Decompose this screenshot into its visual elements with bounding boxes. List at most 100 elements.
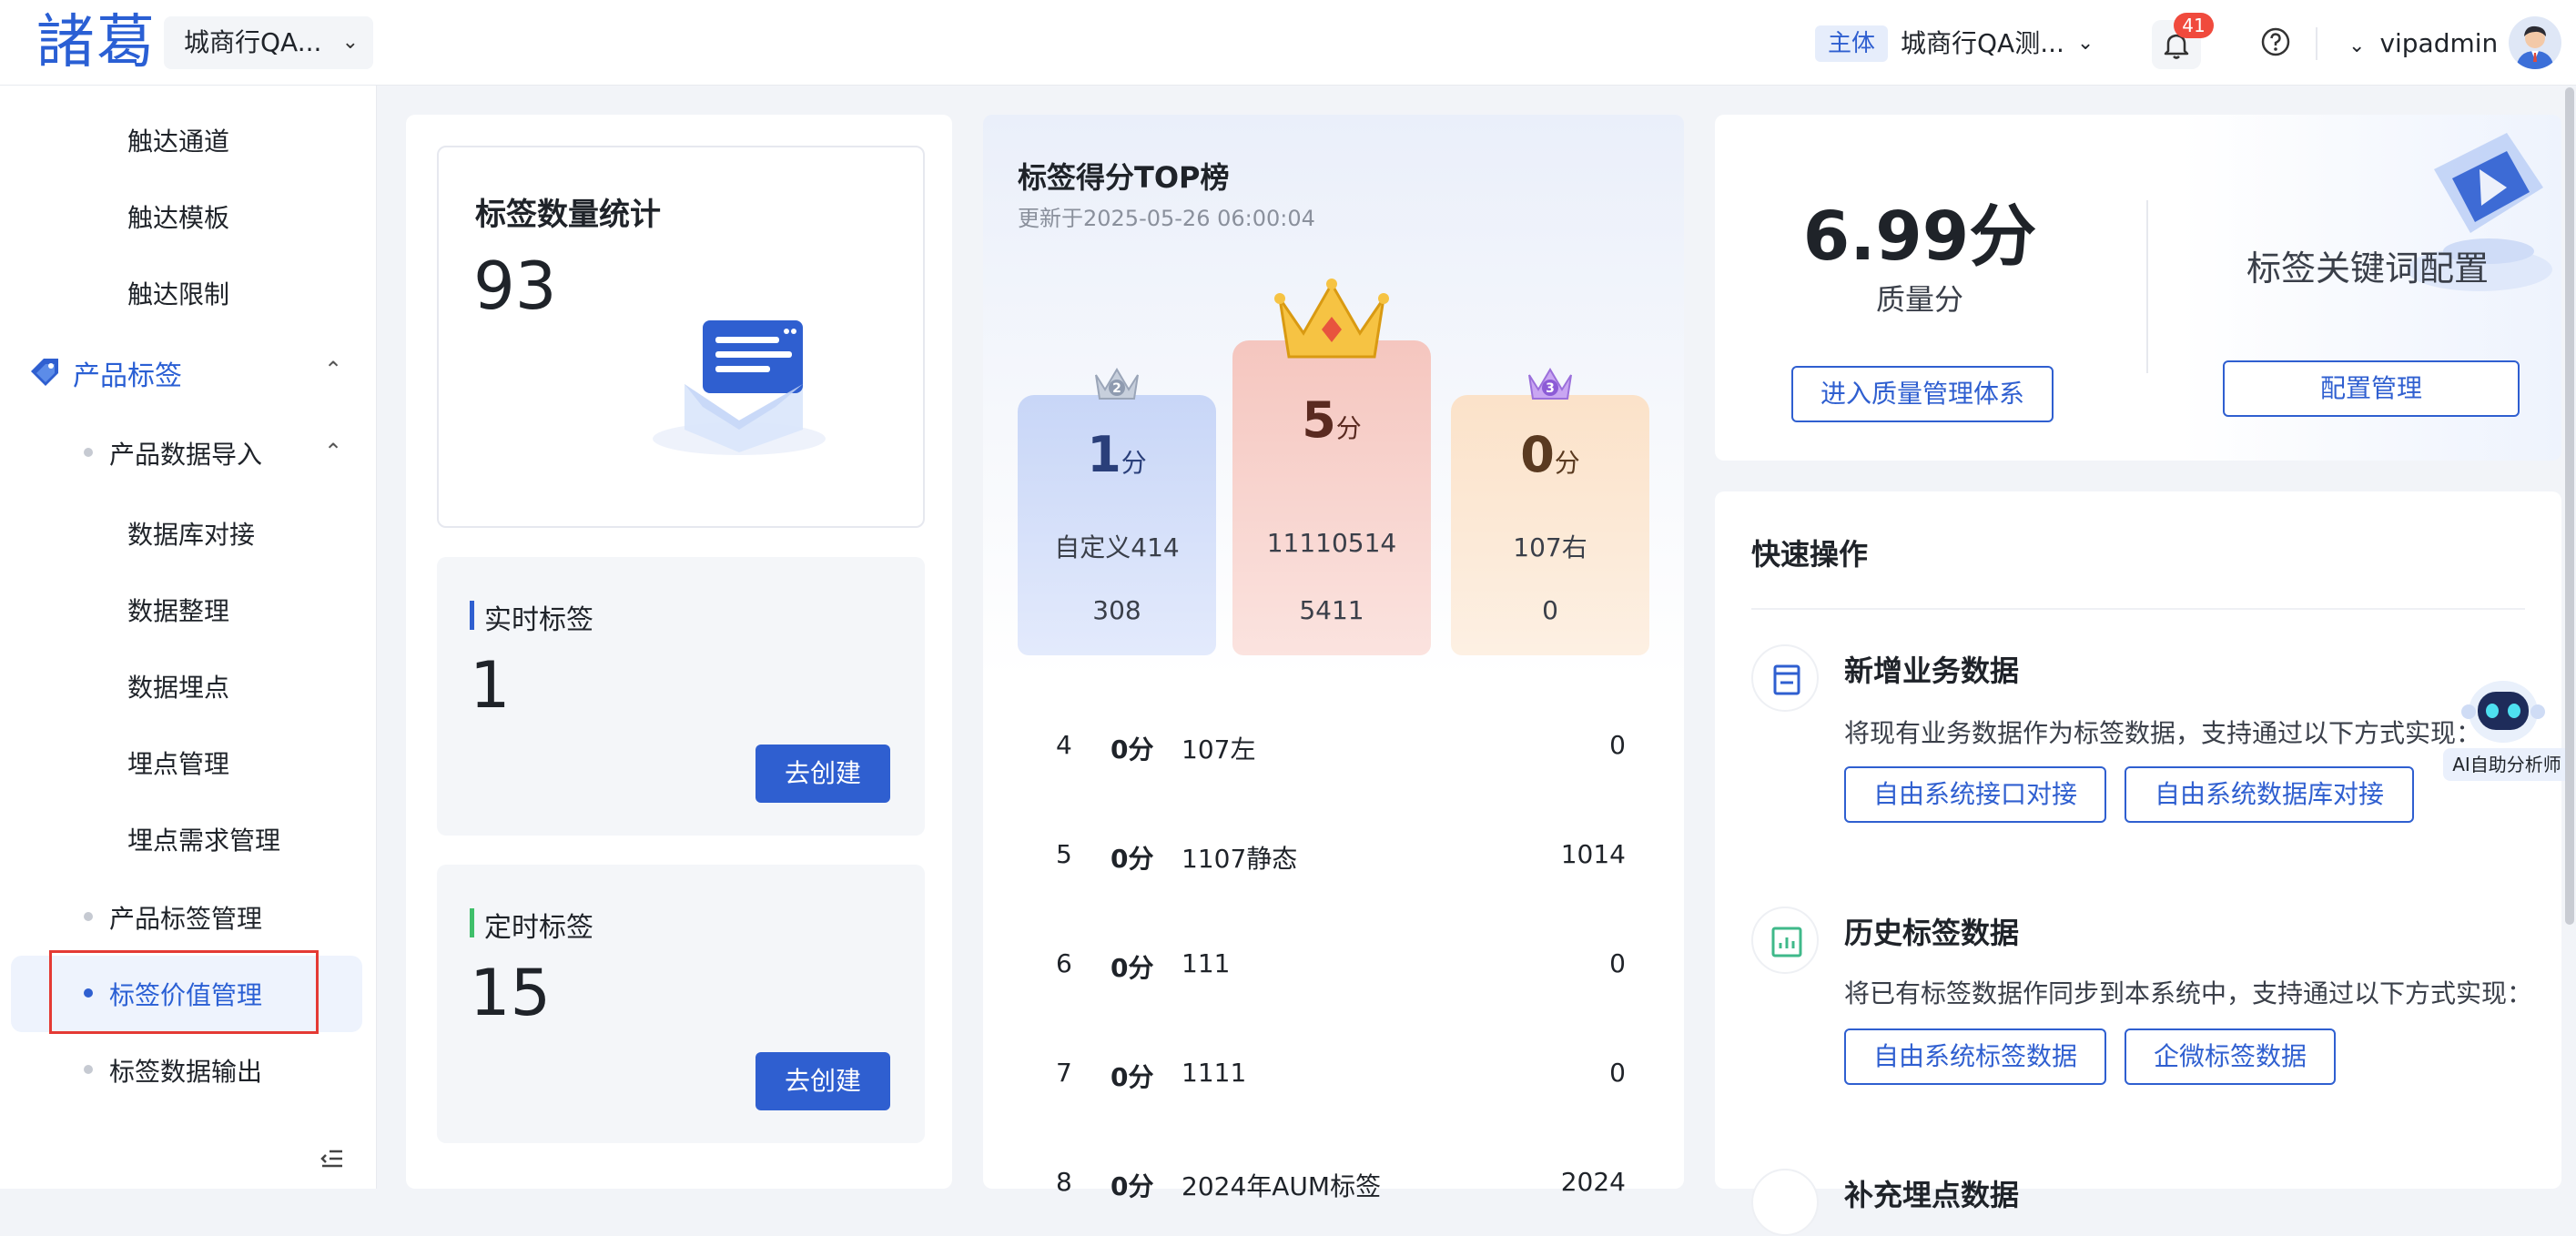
avatar[interactable] <box>2509 16 2561 69</box>
table-row[interactable]: 4 0分 107左 0 <box>983 730 1684 785</box>
row-score: 0分 <box>1111 1171 1154 1201</box>
bullet-dot <box>84 448 93 457</box>
qa-title-business: 新增业务数据 <box>1844 653 2020 688</box>
history-tag-icon <box>1751 907 1819 974</box>
qa-desc-business: 将现有业务数据作为标签数据，支持通过以下方式实现： <box>1844 718 2482 748</box>
podium-count: 0 <box>1542 595 1558 625</box>
row-count: 0 <box>1609 730 1626 760</box>
bullet-dot <box>84 912 93 921</box>
scheduled-tag-card: 定时标签 15 去创建 <box>437 865 925 1143</box>
system-api-connect-button[interactable]: 自由系统接口对接 <box>1844 766 2106 823</box>
podium-name: 107右 <box>1513 532 1587 562</box>
row-rank: 8 <box>1056 1167 1072 1197</box>
header-divider <box>2316 27 2317 60</box>
tracking-data-icon <box>1751 1169 1819 1236</box>
row-count: 0 <box>1609 1058 1626 1088</box>
sidebar-item-reach-template[interactable]: 触达模板 <box>127 198 229 235</box>
sidebar-item-tracking-manage[interactable]: 埋点管理 <box>127 745 229 781</box>
tag-count-card: 标签数量统计 93 <box>437 146 925 528</box>
quality-manage-button[interactable]: 进入质量管理体系 <box>1791 366 2054 422</box>
accent-bar <box>470 908 474 937</box>
ai-assistant-label: AI自助分析师 <box>2443 748 2571 781</box>
realtime-tag-label: 实时标签 <box>484 604 593 636</box>
chevron-down-icon: ⌄ <box>341 31 359 54</box>
help-button[interactable] <box>2259 25 2292 58</box>
podium-rank-3[interactable]: 0分 107右 0 <box>1451 395 1649 655</box>
table-row[interactable]: 8 0分 2024年AUM标签 2024 <box>983 1167 1684 1221</box>
sidebar-item-product-tag-manage[interactable]: 产品标签管理 <box>109 899 262 936</box>
table-row[interactable]: 5 0分 1107静态 1014 <box>983 839 1684 894</box>
sidebar-item-tag-data-output[interactable]: 标签数据输出 <box>109 1052 262 1089</box>
row-name: 1107静态 <box>1182 844 1298 874</box>
chevron-down-icon: ⌄ <box>2076 32 2094 55</box>
create-realtime-button[interactable]: 去创建 <box>756 745 890 803</box>
create-scheduled-button[interactable]: 去创建 <box>756 1052 890 1110</box>
table-row[interactable]: 6 0分 111 0 <box>983 948 1684 1003</box>
quick-actions-title: 快速操作 <box>1751 537 1869 572</box>
entity-tag: 主体 <box>1815 25 1889 62</box>
podium-score: 0 <box>1520 426 1555 483</box>
sidebar-item-reach-limit[interactable]: 触达限制 <box>127 275 229 311</box>
sidebar-item-db-connect[interactable]: 数据库对接 <box>127 515 255 552</box>
page-scrollbar[interactable] <box>2565 87 2574 925</box>
chevron-down-icon: ⌄ <box>2348 35 2366 57</box>
podium-count: 308 <box>1092 595 1141 625</box>
logo[interactable]: 諸葛 <box>36 11 157 75</box>
row-score: 0分 <box>1111 1062 1154 1092</box>
bullet-dot <box>84 1065 93 1074</box>
row-count: 1014 <box>1560 839 1626 869</box>
sidebar-item-data-tracking[interactable]: 数据埋点 <box>127 668 229 704</box>
quality-score-value: 6.99分 <box>1802 198 2037 276</box>
row-score: 0分 <box>1111 953 1154 983</box>
row-name: 107左 <box>1182 735 1256 765</box>
row-rank: 4 <box>1056 730 1072 760</box>
annotation-highlight-box <box>49 950 319 1034</box>
rank-2-label: 2 <box>1112 381 1121 396</box>
entity-selector[interactable]: 主体 城商行QA测... ⌄ <box>1815 20 2094 66</box>
tag-icon <box>31 359 58 386</box>
sidebar-group-label: 产品标签 <box>73 360 182 392</box>
top-ranking-panel: 标签得分TOP榜 更新于2025-05-26 06:00:04 1分 自定义41… <box>983 115 1684 1189</box>
user-menu[interactable]: ⌄ vipadmin <box>2348 22 2498 68</box>
podium-rank-2[interactable]: 1分 自定义414 308 <box>1018 395 1216 655</box>
wecom-tag-data-button[interactable]: 企微标签数据 <box>2125 1028 2336 1085</box>
row-count: 2024 <box>1560 1167 1626 1197</box>
config-manage-button[interactable]: 配置管理 <box>2223 360 2520 417</box>
sidebar-item-tracking-requests[interactable]: 埋点需求管理 <box>127 821 280 857</box>
system-tag-data-button[interactable]: 自由系统标签数据 <box>1844 1028 2106 1085</box>
org-selector[interactable]: 城商行QA... ⌄ <box>164 16 373 69</box>
score-unit: 分 <box>1121 448 1147 478</box>
top-ranking-updated: 更新于2025-05-26 06:00:04 <box>1018 206 1315 231</box>
username: vipadmin <box>2379 28 2499 58</box>
gold-crown-icon <box>1274 279 1389 359</box>
row-name: 1111 <box>1182 1058 1247 1088</box>
system-db-connect-button[interactable]: 自由系统数据库对接 <box>2125 766 2414 823</box>
podium-name: 11110514 <box>1266 528 1397 558</box>
chevron-up-icon[interactable]: ⌃ <box>324 439 342 464</box>
collapse-sidebar-icon[interactable] <box>319 1145 346 1179</box>
notification-count-badge: 41 <box>2174 13 2214 38</box>
score-unit: 分 <box>1554 448 1580 478</box>
podium-count: 5411 <box>1299 595 1364 625</box>
sidebar-group-product-tags[interactable]: 产品标签 <box>27 353 182 393</box>
chevron-up-icon[interactable]: ⌃ <box>324 357 342 382</box>
row-rank: 5 <box>1056 839 1072 869</box>
panel-divider <box>2146 200 2148 373</box>
sidebar-item-product-data-import[interactable]: 产品数据导入 <box>109 435 262 471</box>
qa-desc-history: 将已有标签数据作同步到本系统中，支持通过以下方式实现： <box>1844 978 2533 1008</box>
tag-count-title: 标签数量统计 <box>475 197 661 233</box>
business-data-icon <box>1751 644 1819 712</box>
bronze-crown-icon: 3 <box>1528 368 1572 400</box>
row-name: 2024年AUM标签 <box>1182 1171 1382 1201</box>
podium-rank-1[interactable]: 5分 11110514 5411 <box>1232 340 1431 655</box>
sidebar-item-data-cleanup[interactable]: 数据整理 <box>127 592 229 628</box>
scheduled-tag-label: 定时标签 <box>484 912 593 944</box>
sidebar-item-reach-channel[interactable]: 触达通道 <box>127 122 229 158</box>
tag-count-value: 93 <box>473 248 557 324</box>
qa-title-history: 历史标签数据 <box>1844 916 2020 950</box>
row-score: 0分 <box>1111 844 1154 874</box>
score-unit: 分 <box>1335 413 1362 443</box>
keyword-config-title: 标签关键词配置 <box>2246 248 2490 289</box>
table-row[interactable]: 7 0分 1111 0 <box>983 1058 1684 1112</box>
top-ranking-title: 标签得分TOP榜 <box>1018 160 1230 195</box>
